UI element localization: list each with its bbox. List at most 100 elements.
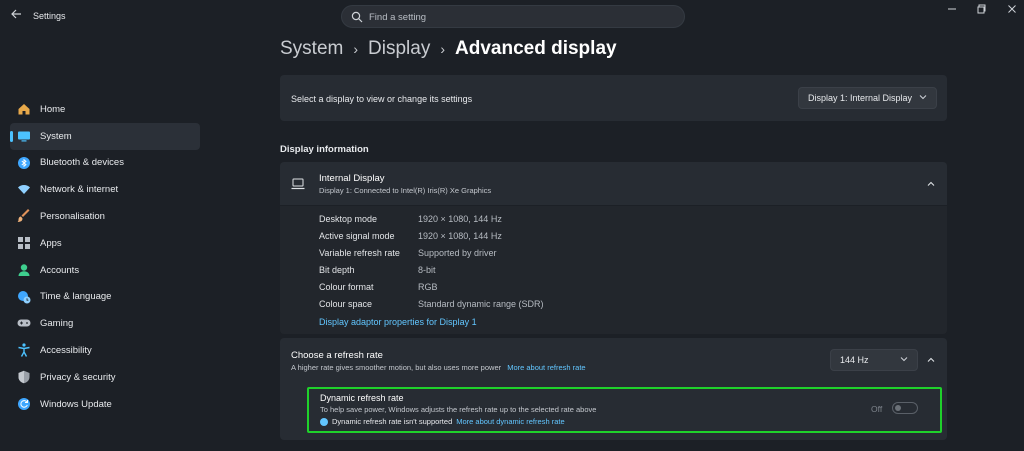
update-icon	[18, 397, 30, 410]
info-value: 8-bit	[418, 265, 436, 275]
sidebar: Home System Bluetooth & devices Network …	[10, 96, 200, 418]
select-display-card: Select a display to view or change its s…	[280, 75, 947, 121]
display-info-subtitle: Display 1: Connected to Intel(R) Iris(R)…	[319, 186, 492, 195]
sidebar-item-windows-update[interactable]: Windows Update	[10, 391, 200, 418]
sidebar-item-system[interactable]: System	[10, 122, 200, 150]
sidebar-item-network[interactable]: Network & internet	[10, 176, 200, 203]
search-input[interactable]	[369, 9, 669, 25]
search-box[interactable]	[341, 5, 685, 28]
info-key: Colour space	[319, 299, 373, 309]
info-value: RGB	[418, 282, 438, 292]
wifi-icon	[18, 185, 30, 195]
dynamic-refresh-rate-note: Dynamic refresh rate isn't supported Mor…	[320, 417, 565, 426]
laptop-icon	[291, 178, 305, 190]
info-value: 1920 × 1080, 144 Hz	[418, 231, 502, 241]
sidebar-item-label: Accessibility	[40, 345, 92, 357]
display-select-value: Display 1: Internal Display	[808, 93, 913, 103]
dynamic-refresh-rate-toggle[interactable]	[892, 402, 918, 414]
minimize-icon	[948, 8, 956, 10]
app-title: Settings	[33, 11, 66, 21]
refresh-rate-card: Choose a refresh rate A higher rate give…	[280, 338, 947, 440]
sidebar-item-accounts[interactable]: Accounts	[10, 257, 200, 284]
info-key: Variable refresh rate	[319, 248, 400, 258]
sidebar-item-home[interactable]: Home	[10, 96, 200, 123]
close-button[interactable]	[1005, 4, 1019, 18]
chevron-down-icon	[919, 95, 927, 100]
info-value: Supported by driver	[418, 248, 497, 258]
refresh-rate-title: Choose a refresh rate	[291, 350, 383, 361]
bluetooth-icon	[18, 156, 30, 169]
sidebar-item-label: Personalisation	[40, 211, 105, 223]
sidebar-item-apps[interactable]: Apps	[10, 230, 200, 257]
sidebar-item-time-language[interactable]: Time & language	[10, 284, 200, 311]
sidebar-item-accessibility[interactable]: Accessibility	[10, 337, 200, 364]
sidebar-item-privacy-security[interactable]: Privacy & security	[10, 364, 200, 391]
gamepad-icon	[17, 319, 31, 327]
back-arrow-icon	[11, 9, 21, 19]
chevron-up-icon[interactable]	[926, 355, 936, 365]
breadcrumb-system[interactable]: System	[280, 38, 343, 60]
more-about-dynamic-refresh-rate-link[interactable]: More about dynamic refresh rate	[456, 417, 564, 426]
brush-icon	[17, 209, 30, 223]
info-key: Active signal mode	[319, 231, 395, 241]
info-value: Standard dynamic range (SDR)	[418, 299, 544, 309]
apps-icon	[18, 236, 30, 249]
refresh-rate-value: 144 Hz	[840, 355, 869, 365]
back-button[interactable]	[8, 8, 24, 24]
dynamic-refresh-rate-title: Dynamic refresh rate	[320, 393, 404, 403]
sidebar-item-label: Apps	[40, 237, 62, 249]
title-bar: Settings	[0, 0, 1024, 34]
refresh-rate-select[interactable]: 144 Hz	[830, 349, 918, 371]
dynamic-refresh-rate-note-text: Dynamic refresh rate isn't supported	[332, 417, 453, 426]
dynamic-refresh-rate-row: Dynamic refresh rate To help save power,…	[307, 387, 942, 433]
display-select[interactable]: Display 1: Internal Display	[798, 87, 937, 109]
sidebar-item-label: Home	[40, 103, 66, 115]
sidebar-item-label: Gaming	[40, 318, 74, 330]
refresh-rate-subtitle-row: A higher rate gives smoother motion, but…	[291, 363, 586, 372]
info-value: 1920 × 1080, 144 Hz	[418, 214, 502, 224]
sidebar-item-label: Accounts	[40, 264, 80, 276]
toggle-state-label: Off	[871, 404, 883, 414]
sidebar-item-label: Time & language	[40, 291, 112, 303]
maximize-button[interactable]	[975, 4, 989, 18]
dynamic-refresh-rate-subtitle: To help save power, Windows adjusts the …	[320, 405, 597, 414]
section-title: Display information	[280, 144, 369, 155]
breadcrumb-display[interactable]: Display	[368, 38, 430, 60]
system-icon	[18, 131, 30, 142]
search-icon	[351, 11, 363, 23]
chevron-right-icon: ›	[353, 41, 359, 57]
breadcrumb: System › Display › Advanced display	[280, 38, 617, 60]
sidebar-item-personalisation[interactable]: Personalisation	[10, 203, 200, 230]
sidebar-item-gaming[interactable]: Gaming	[10, 310, 200, 337]
display-adaptor-properties-link[interactable]: Display adaptor properties for Display 1	[319, 317, 477, 327]
display-info-title: Internal Display	[319, 173, 385, 184]
refresh-rate-subtitle: A higher rate gives smoother motion, but…	[291, 363, 502, 372]
sidebar-item-label: System	[40, 130, 72, 142]
sidebar-item-label: Bluetooth & devices	[40, 157, 124, 169]
info-key: Desktop mode	[319, 214, 378, 224]
select-display-label: Select a display to view or change its s…	[291, 94, 473, 104]
page-title: Advanced display	[455, 38, 617, 59]
sidebar-item-label: Network & internet	[40, 184, 119, 196]
chevron-right-icon: ›	[440, 41, 446, 57]
info-icon	[320, 417, 328, 426]
accounts-icon	[18, 264, 30, 276]
info-key: Bit depth	[319, 265, 355, 275]
maximize-icon	[977, 4, 986, 14]
close-icon	[1008, 5, 1016, 13]
sidebar-item-label: Windows Update	[40, 398, 112, 410]
accessibility-icon	[18, 343, 30, 358]
home-icon	[18, 104, 30, 115]
minimize-button[interactable]	[945, 4, 959, 18]
toggle-knob	[895, 405, 901, 411]
more-about-refresh-rate-link[interactable]: More about refresh rate	[507, 363, 585, 372]
globe-clock-icon	[18, 290, 31, 304]
info-key: Colour format	[319, 282, 374, 292]
shield-icon	[18, 370, 30, 384]
display-info-body: Desktop mode 1920 × 1080, 144 Hz Active …	[280, 206, 947, 334]
sidebar-item-label: Privacy & security	[40, 371, 116, 383]
chevron-up-icon[interactable]	[926, 179, 936, 189]
sidebar-item-bluetooth[interactable]: Bluetooth & devices	[10, 150, 200, 177]
display-info-header[interactable]: Internal Display Display 1: Connected to…	[280, 162, 947, 205]
chevron-down-icon	[900, 357, 908, 362]
